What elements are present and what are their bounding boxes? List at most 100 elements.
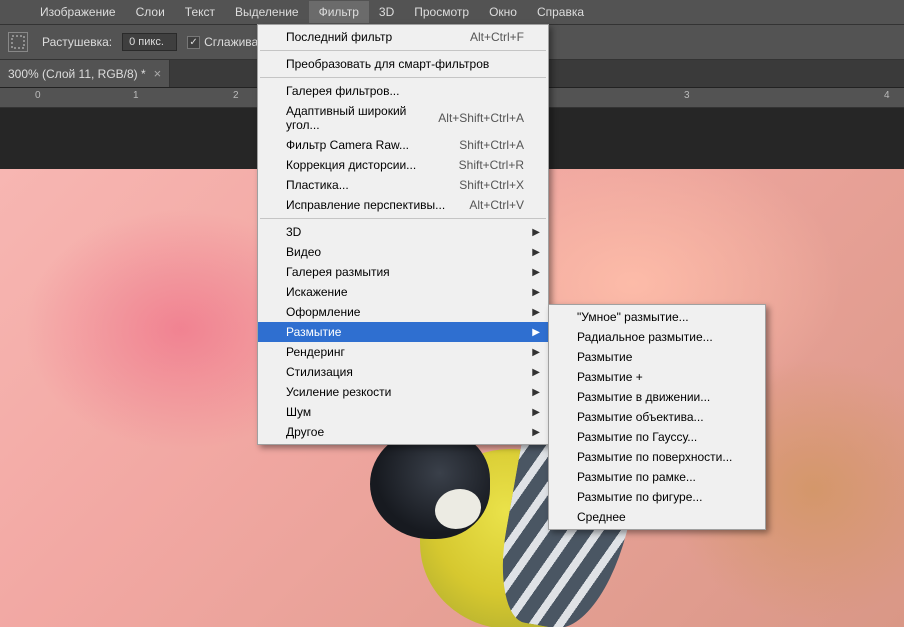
menu-item[interactable]: Пластика...Shift+Ctrl+X [258,175,548,195]
submenu-item-label: Размытие по поверхности... [577,450,741,464]
menu-shortcut: Alt+Ctrl+F [470,30,524,44]
menu-separator [260,50,546,51]
submenu-item[interactable]: Размытие [549,347,765,367]
menubar-item-Фильтр[interactable]: Фильтр [309,1,369,23]
menu-separator [260,77,546,78]
chevron-right-icon: ▶ [532,267,540,278]
menu-item[interactable]: Галерея размытия ▶ [258,262,548,282]
menu-item[interactable]: Преобразовать для смарт-фильтров [258,54,548,74]
menu-item-label: Усиление резкости [286,385,524,399]
menu-item[interactable]: Видео▶ [258,242,548,262]
menu-item-label: Шум [286,405,524,419]
menu-item[interactable]: Оформление ▶ [258,302,548,322]
menubar-item-Выделение[interactable]: Выделение [225,1,309,23]
menubar-item-Слои[interactable]: Слои [126,1,175,23]
menu-item[interactable]: Последний фильтрAlt+Ctrl+F [258,27,548,47]
menubar-item-Справка[interactable]: Справка [527,1,594,23]
menubar-item-Просмотр[interactable]: Просмотр [404,1,479,23]
chevron-right-icon: ▶ [532,407,540,418]
submenu-item-label: Размытие в движении... [577,390,741,404]
submenu-item-label: Размытие [577,350,741,364]
menu-shortcut: Alt+Ctrl+V [469,198,524,212]
chevron-right-icon: ▶ [532,307,540,318]
ruler-tick: 0 [35,90,41,101]
check-icon: ✓ [187,36,200,49]
menu-item[interactable]: Искажение ▶ [258,282,548,302]
menubar-item-Окно[interactable]: Окно [479,1,527,23]
menu-separator [260,218,546,219]
feather-label: Растушевка: [42,35,112,49]
close-icon[interactable]: × [154,66,162,81]
menu-item-label: Рендеринг [286,345,524,359]
filter-menu: Последний фильтрAlt+Ctrl+F Преобразовать … [257,24,549,445]
submenu-item[interactable]: Среднее [549,507,765,527]
menu-item-label: Оформление [286,305,524,319]
menu-item-label: Галерея фильтров... [286,84,524,98]
submenu-item[interactable]: Размытие в движении... [549,387,765,407]
chevron-right-icon: ▶ [532,427,540,438]
menu-item-label: Преобразовать для смарт-фильтров [286,57,524,71]
submenu-item-label: Размытие по Гауссу... [577,430,741,444]
menu-item-label: Галерея размытия [286,265,524,279]
menu-item-label: Исправление перспективы... [286,198,469,212]
menu-item-label: Стилизация [286,365,524,379]
menu-shortcut: Shift+Ctrl+X [459,178,524,192]
chevron-right-icon: ▶ [532,347,540,358]
submenu-item[interactable]: Размытие по рамке... [549,467,765,487]
menu-item[interactable]: 3D ▶ [258,222,548,242]
tab-title: 300% (Слой 11, RGB/8) * [8,67,146,81]
menu-item-label: Фильтр Camera Raw... [286,138,459,152]
menu-item[interactable]: Галерея фильтров... [258,81,548,101]
menu-item-label: Коррекция дисторсии... [286,158,459,172]
submenu-item-label: Размытие по фигуре... [577,490,741,504]
ruler-tick: 3 [684,90,690,101]
ruler-tick: 4 [884,90,890,101]
menubar: ИзображениеСлоиТекстВыделениеФильтр3DПро… [0,0,904,24]
submenu-item-label: Среднее [577,510,741,524]
document-tab[interactable]: 300% (Слой 11, RGB/8) * × [0,60,170,87]
menu-item-label: Другое [286,425,524,439]
ruler-tick: 2 [233,90,239,101]
menu-item-label: 3D [286,225,524,239]
submenu-item[interactable]: Размытие + [549,367,765,387]
submenu-item[interactable]: Размытие по поверхности... [549,447,765,467]
submenu-item-label: Радиальное размытие... [577,330,741,344]
ruler-tick: 1 [133,90,139,101]
menu-item-label: Размытие [286,325,524,339]
submenu-item[interactable]: Радиальное размытие... [549,327,765,347]
marquee-tool-icon[interactable] [8,32,28,52]
submenu-item[interactable]: Размытие по Гауссу... [549,427,765,447]
menubar-item-Изображение[interactable]: Изображение [30,1,126,23]
menu-item[interactable]: Адаптивный широкий угол...Alt+Shift+Ctrl… [258,101,548,135]
submenu-item[interactable]: Размытие по фигуре... [549,487,765,507]
submenu-item[interactable]: Размытие объектива... [549,407,765,427]
menu-item[interactable]: Шум ▶ [258,402,548,422]
menu-item[interactable]: Фильтр Camera Raw...Shift+Ctrl+A [258,135,548,155]
menu-item[interactable]: Рендеринг ▶ [258,342,548,362]
submenu-item-label: Размытие + [577,370,741,384]
menu-item[interactable]: Другое ▶ [258,422,548,442]
chevron-right-icon: ▶ [532,287,540,298]
menu-item[interactable]: Стилизация ▶ [258,362,548,382]
menu-item-label: Искажение [286,285,524,299]
menu-item[interactable]: Исправление перспективы...Alt+Ctrl+V [258,195,548,215]
menu-shortcut: Shift+Ctrl+A [459,138,524,152]
menu-item-label: Последний фильтр [286,30,470,44]
menu-item[interactable]: Размытие ▶ [258,322,548,342]
submenu-item-label: "Умное" размытие... [577,310,741,324]
menu-shortcut: Alt+Shift+Ctrl+A [438,111,524,125]
menu-item-label: Видео [286,245,524,259]
submenu-item-label: Размытие объектива... [577,410,741,424]
submenu-item-label: Размытие по рамке... [577,470,741,484]
menu-item-label: Пластика... [286,178,459,192]
chevron-right-icon: ▶ [532,327,540,338]
menubar-item-Текст[interactable]: Текст [175,1,225,23]
chevron-right-icon: ▶ [532,367,540,378]
blur-submenu: "Умное" размытие... Радиальное размытие..… [548,304,766,530]
chevron-right-icon: ▶ [532,227,540,238]
feather-input[interactable] [122,33,177,51]
menu-item[interactable]: Усиление резкости▶ [258,382,548,402]
menubar-item-3D[interactable]: 3D [369,1,404,23]
submenu-item[interactable]: "Умное" размытие... [549,307,765,327]
menu-item[interactable]: Коррекция дисторсии...Shift+Ctrl+R [258,155,548,175]
